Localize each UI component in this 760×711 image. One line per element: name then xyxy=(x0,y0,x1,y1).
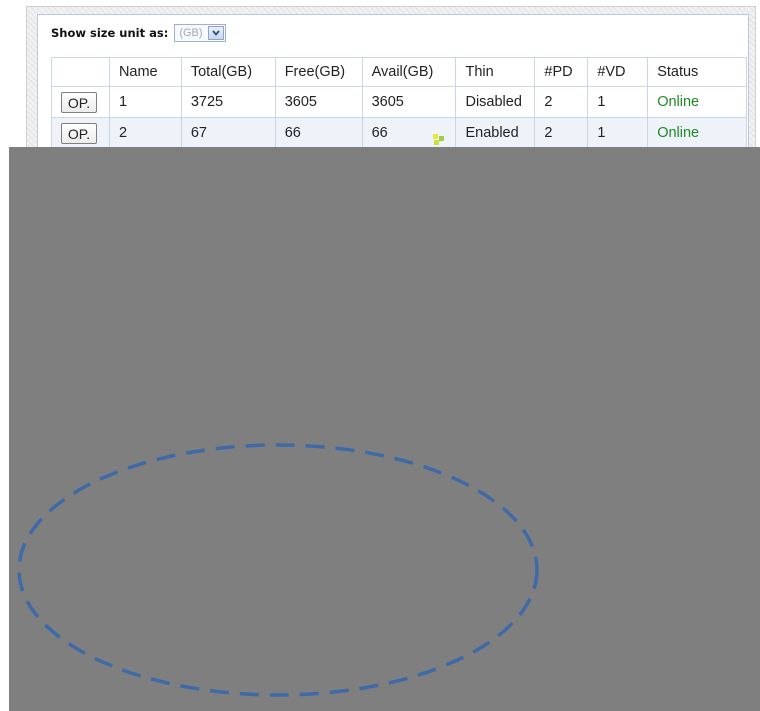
dashed-highlight-ellipse xyxy=(17,443,539,697)
screenshot-canvas: Show size unit as: (GB) Name Total(GB) F… xyxy=(0,0,760,711)
